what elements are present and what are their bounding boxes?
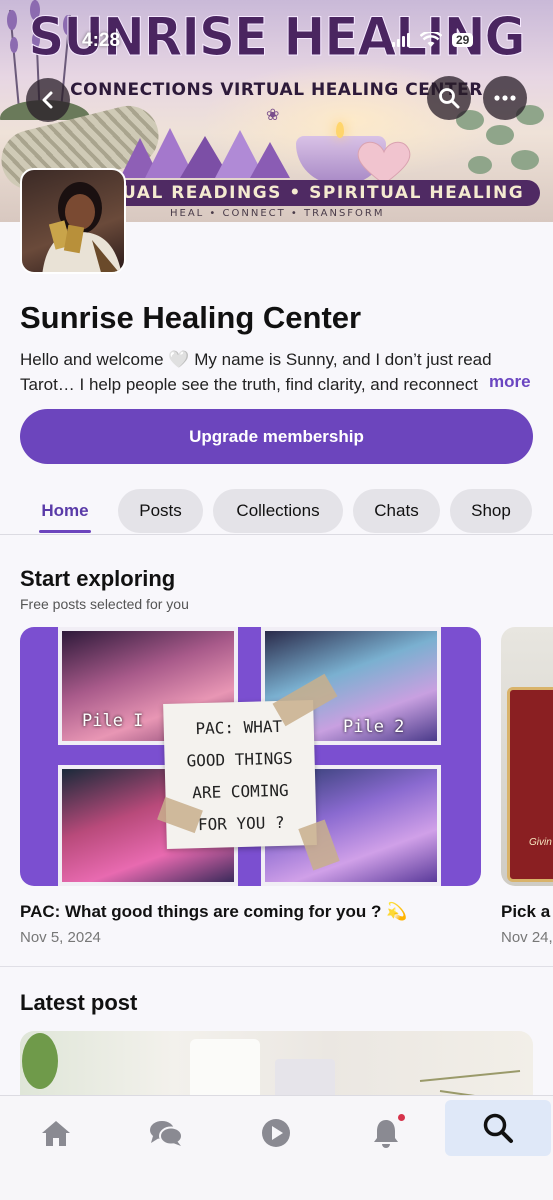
creator-description: Hello and welcome 🤍 My name is Sunny, an… [20,347,532,397]
section-title-explore: Start exploring [20,566,176,591]
nav-home[interactable] [16,1106,96,1160]
back-button[interactable] [26,78,70,122]
section-title-latest: Latest post [20,990,138,1015]
tab-bar: Home Posts Collections Chats Shop [0,489,553,535]
status-icons: 29 [392,32,474,48]
pile-1-label: Pile I [82,711,144,731]
notification-dot [398,1114,405,1121]
active-tab-indicator [39,530,91,533]
tab-collections[interactable]: Collections [213,489,343,533]
tab-home[interactable]: Home [30,489,100,533]
candle-flame [336,122,344,138]
nav-chats[interactable] [126,1106,206,1160]
description-line-1: Hello and welcome 🤍 My name is Sunny, an… [20,350,492,369]
play-icon [262,1119,290,1147]
tarot-card-text: Givin [529,837,552,848]
nav-media[interactable] [236,1106,316,1160]
more-link[interactable]: more [475,372,531,392]
note-line: GOOD THINGS [186,748,293,771]
tab-shop[interactable]: Shop [450,489,532,533]
avatar-portrait [42,182,122,272]
post-title-2[interactable]: Pick a [501,902,550,922]
section-subtitle-explore: Free posts selected for you [20,596,189,612]
more-options-button[interactable] [483,76,527,120]
more-icon [494,95,516,101]
creator-avatar[interactable] [20,168,126,274]
search-icon [439,88,460,109]
bottom-navigation [0,1095,553,1200]
tab-posts[interactable]: Posts [118,489,203,533]
nav-notifications[interactable] [346,1106,426,1160]
post-date: Nov 5, 2024 [20,929,101,946]
tarot-card-image [507,687,553,882]
post-date-2: Nov 24, [501,929,553,946]
lotus-icon: ❀ [266,107,280,124]
battery-indicator: 29 [452,33,474,47]
search-button[interactable] [427,76,471,120]
pile-2-label: Pile 2 [343,717,405,737]
nav-search[interactable] [445,1100,551,1156]
banner-ribbon: UAL READINGS • SPIRITUAL HEALING [100,180,540,206]
description-line-2: Tarot… I help people see the truth, find… [20,375,479,394]
banner-tagline: HEAL • CONNECT • TRANSFORM [170,208,385,219]
status-time: 4:28 [82,30,121,51]
post-card-thumbnail-2[interactable]: Givin [501,627,553,886]
post-card-thumbnail[interactable]: Pile I Pile 2 PAC: WHAT GOOD THINGS ARE … [20,627,481,886]
section-divider [0,966,553,967]
tab-chats[interactable]: Chats [353,489,440,533]
chat-bubbles-icon [150,1121,183,1146]
back-icon [42,91,53,109]
upgrade-membership-button[interactable]: Upgrade membership [20,409,533,464]
amethyst-crystals [120,128,290,178]
search-icon [483,1113,513,1143]
post-title[interactable]: PAC: What good things are coming for you… [20,902,407,922]
rose-quartz-heart [357,141,411,185]
wifi-icon [420,32,442,47]
bell-icon [374,1120,398,1148]
creator-name: Sunrise Healing Center [20,300,362,335]
signal-icon [392,33,410,47]
home-icon [42,1121,70,1146]
